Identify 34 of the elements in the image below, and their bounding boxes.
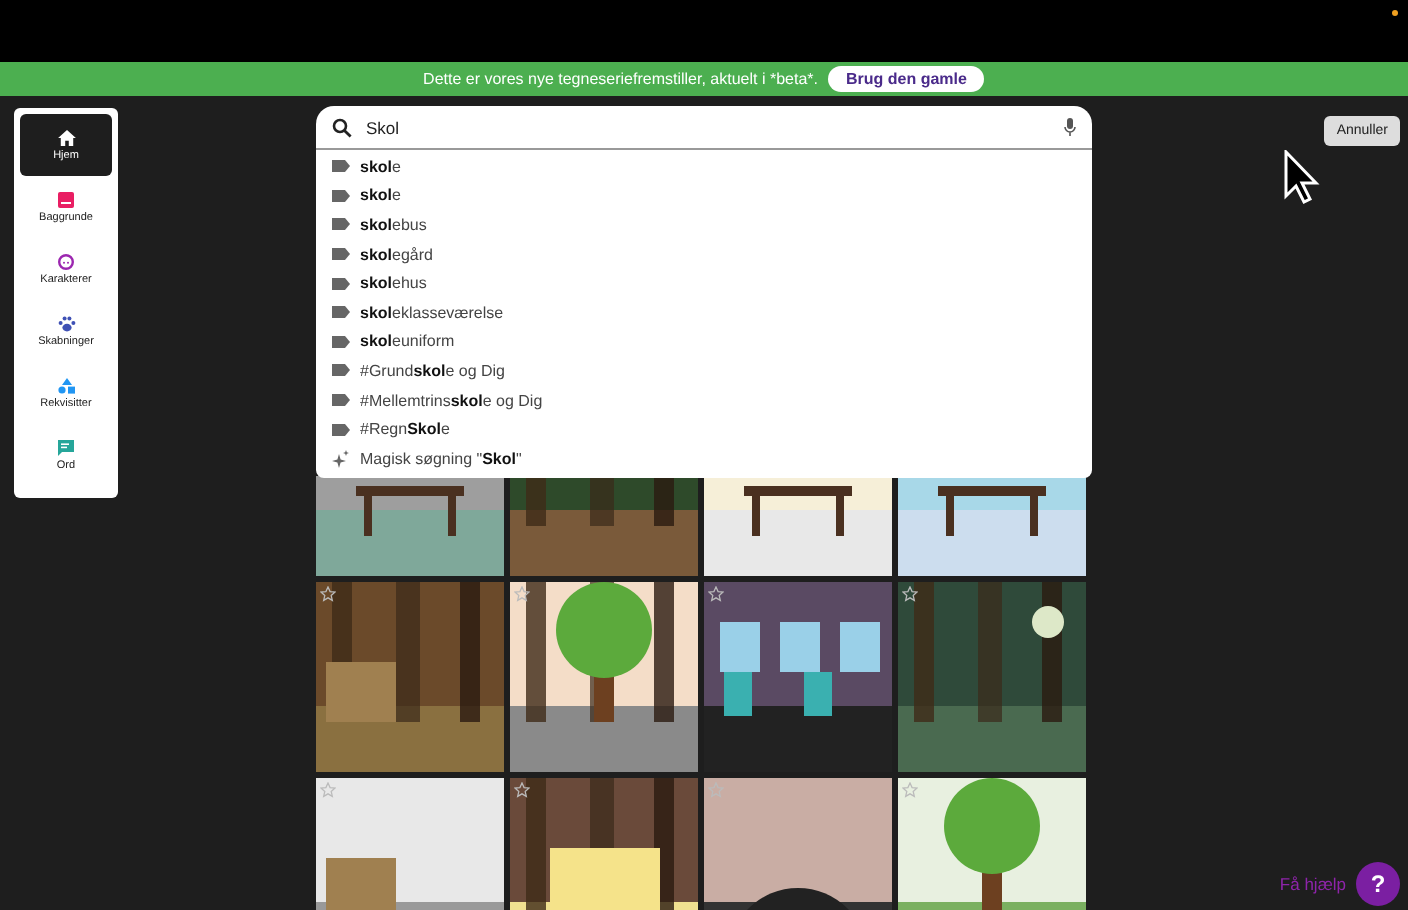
sparkle-icon: [332, 449, 350, 468]
suggestion-item[interactable]: skoleklasseværelse: [360, 303, 504, 322]
suggestion-item[interactable]: skole: [360, 186, 401, 205]
star-icon[interactable]: [902, 586, 918, 602]
suggestion-item[interactable]: skolehus: [360, 274, 427, 293]
suggestion-item[interactable]: skole: [360, 157, 401, 176]
cursor-icon: [1284, 150, 1324, 206]
search-icon: [332, 117, 352, 137]
suggestion-item[interactable]: #Grundskole og Dig: [360, 361, 505, 380]
suggestion-item[interactable]: skoleuniform: [360, 332, 455, 351]
shapes-icon: [57, 377, 75, 393]
suggestion-item[interactable]: skolebus: [360, 215, 427, 234]
home-icon: [57, 129, 75, 145]
star-icon[interactable]: [320, 782, 336, 798]
star-icon[interactable]: [320, 586, 336, 602]
star-icon[interactable]: [514, 782, 530, 798]
star-icon[interactable]: [708, 586, 724, 602]
status-dot: [1392, 10, 1398, 16]
chat-icon: [58, 439, 74, 455]
paw-icon: [57, 315, 75, 331]
banner-message: Dette er vores nye tegneseriefremstiller, aktuelt i *beta*.: [423, 70, 818, 88]
suggestion-item[interactable]: #RegnSkole: [360, 420, 450, 439]
image-icon: [58, 191, 74, 207]
search-input[interactable]: Skol: [366, 117, 1050, 137]
suggestion-item[interactable]: Magisk søgning "Skol": [360, 449, 522, 468]
suggestion-item[interactable]: skolegård: [360, 245, 433, 264]
star-icon[interactable]: [514, 586, 530, 602]
use-old-button[interactable]: Brug den gamle: [827, 66, 985, 92]
help-button[interactable]: ?: [1356, 862, 1400, 906]
suggestion-item[interactable]: #Mellemtrinsskole og Dig: [360, 391, 543, 410]
star-icon[interactable]: [902, 782, 918, 798]
microphone-icon[interactable]: [1064, 118, 1076, 136]
face-icon: [58, 253, 74, 269]
search-field[interactable]: Skol: [316, 106, 1092, 150]
